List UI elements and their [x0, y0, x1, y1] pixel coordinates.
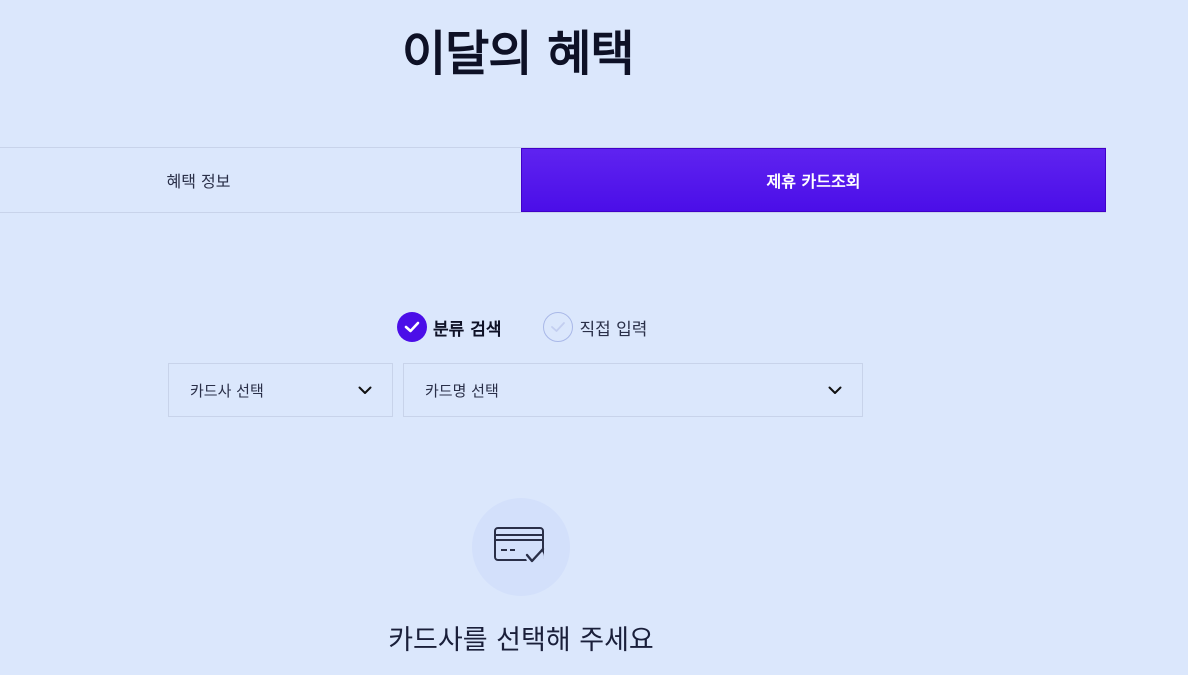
select-value: 카드명 선택 [425, 381, 499, 400]
chevron-down-icon [358, 381, 372, 399]
tab-label: 혜택 정보 [166, 172, 231, 191]
chevron-down-icon [828, 381, 842, 399]
select-value: 카드사 선택 [190, 381, 264, 400]
check-circle-icon [397, 312, 427, 342]
radio-category-search[interactable]: 분류 검색 [397, 312, 501, 342]
benefits-page: 이달의 혜택 혜택 정보 제휴 카드조회 분류 검색 직접 입력 카드사 선택 … [0, 0, 1188, 675]
search-mode-group: 분류 검색 직접 입력 [397, 312, 647, 342]
check-circle-icon [543, 312, 574, 342]
radio-direct-input[interactable]: 직접 입력 [543, 312, 647, 342]
card-check-icon [472, 498, 570, 596]
page-title: 이달의 혜택 [402, 26, 635, 82]
tab-label: 제휴 카드조회 [766, 172, 861, 191]
tab-benefit-info[interactable]: 혜택 정보 [0, 148, 521, 212]
empty-state-message: 카드사를 선택해 주세요 [388, 625, 654, 656]
card-name-select[interactable]: 카드명 선택 [403, 363, 863, 417]
tab-bar: 혜택 정보 제휴 카드조회 [0, 147, 1106, 213]
tab-card-lookup[interactable]: 제휴 카드조회 [521, 148, 1106, 212]
card-company-select[interactable]: 카드사 선택 [168, 363, 393, 417]
radio-label: 분류 검색 [433, 319, 502, 340]
radio-label: 직접 입력 [579, 319, 648, 340]
